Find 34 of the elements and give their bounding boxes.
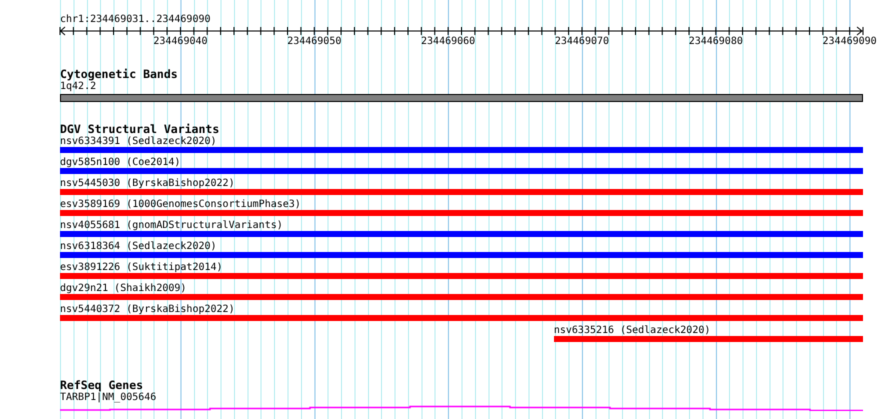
variant-bar[interactable] (60, 315, 863, 321)
gene-label: TARBP1|NM_005646 (60, 392, 156, 403)
variant-bar[interactable] (60, 252, 863, 258)
variant-bar[interactable] (60, 168, 863, 174)
track-title: DGV Structural Variants (60, 123, 220, 136)
variant-bar[interactable] (60, 231, 863, 237)
variant-label: esv3589169 (1000GenomesConsortiumPhase3) (60, 199, 301, 210)
position-label: 234469070 (554, 36, 610, 47)
variant-label: dgv29n21 (Shaikh2009) (60, 283, 186, 294)
position-label: 234469040 (153, 36, 208, 47)
variant-bar[interactable] (554, 336, 863, 342)
variant-label: nsv6334391 (Sedlazeck2020) (60, 136, 217, 147)
position-label: 234469060 (421, 36, 476, 47)
cytoband-bar[interactable] (60, 94, 863, 102)
band-label: 1q42.2 (60, 81, 96, 92)
variant-label: nsv4055681 (gnomADStructuralVariants) (60, 220, 283, 231)
variant-bar[interactable] (60, 273, 863, 279)
track-title: RefSeq Genes (60, 379, 144, 392)
variant-bar[interactable] (60, 210, 863, 216)
variant-bar[interactable] (60, 189, 863, 195)
position-label: 234469050 (287, 36, 342, 47)
variant-label: nsv6318364 (Sedlazeck2020) (60, 241, 217, 252)
gene-line[interactable] (60, 406, 863, 411)
variant-label: nsv5440372 (ByrskaBishop2022) (60, 304, 235, 315)
variant-bar[interactable] (60, 147, 863, 153)
position-label: 234469080 (688, 36, 743, 47)
variant-bar[interactable] (60, 294, 863, 300)
variant-label: dgv585n100 (Coe2014) (60, 157, 180, 168)
location-label: chr1:234469031..234469090 (60, 14, 212, 26)
variant-label: nsv6335216 (Sedlazeck2020) (554, 325, 710, 336)
track-title: Cytogenetic Bands (60, 68, 179, 81)
position-label: 234469090 (822, 36, 877, 47)
variant-label: esv3891226 (Suktitipat2014) (60, 262, 223, 273)
variant-label: nsv5445030 (ByrskaBishop2022) (60, 178, 235, 189)
